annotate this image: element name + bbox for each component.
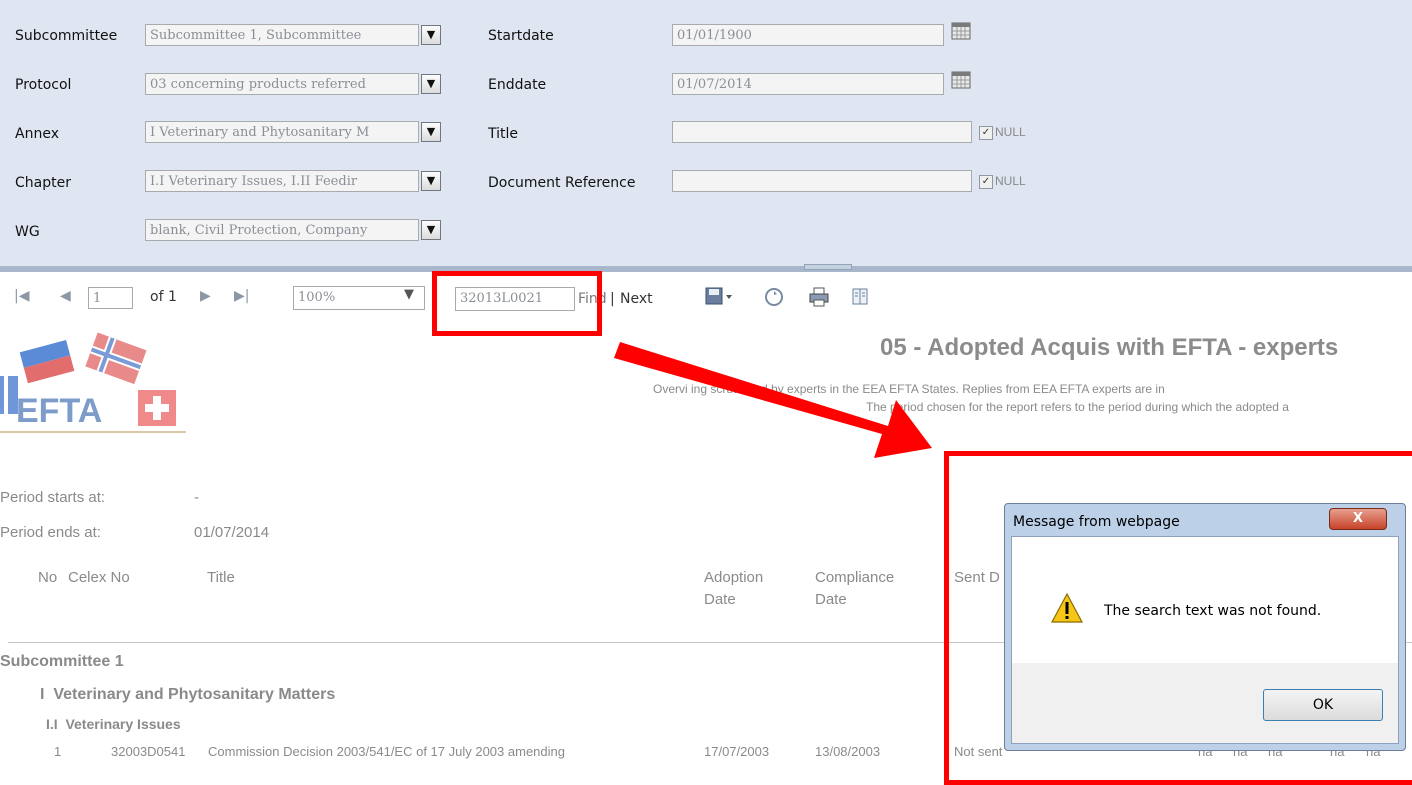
calendar-icon[interactable]: [951, 22, 971, 40]
docref-null-checkbox[interactable]: ✓: [979, 175, 993, 189]
wg-dropdown[interactable]: blank, Civil Protection, Company: [145, 219, 419, 241]
next-page-icon[interactable]: ▶: [200, 288, 211, 304]
next-link[interactable]: Next: [620, 291, 653, 307]
wg-dropdown-button[interactable]: ▼: [421, 220, 441, 240]
chevron-down-icon: ▼: [426, 174, 436, 187]
startdate-input[interactable]: 01/01/1900: [672, 24, 944, 46]
row-title: Commission Decision 2003/541/EC of 17 Ju…: [208, 744, 565, 759]
chevron-down-icon: ▼: [426, 223, 436, 236]
annex-label: Annex: [15, 126, 59, 142]
startdate-label: Startdate: [488, 28, 554, 44]
annotation-bottom-edge: [944, 780, 1412, 785]
refresh-icon[interactable]: [763, 286, 785, 308]
title-input[interactable]: [672, 121, 972, 143]
dialog-button-bar: OK: [1012, 663, 1398, 743]
logo-text: EFTA: [16, 392, 102, 430]
previous-page-icon[interactable]: ◀: [60, 288, 71, 304]
period-start-label: Period starts at:: [0, 489, 106, 506]
efta-logo: EFTA: [0, 328, 186, 436]
dialog-message: The search text was not found.: [1104, 603, 1322, 619]
annotation-arrow-icon: [614, 342, 932, 458]
dialog-body: The search text was not found. OK: [1011, 536, 1399, 744]
period-end-value: 01/07/2014: [194, 524, 270, 541]
docref-null-label: NULL: [995, 174, 1026, 188]
row-no: 1: [54, 744, 62, 759]
message-dialog: Message from webpage X The search text w…: [1004, 503, 1406, 751]
chevron-down-icon: ▼: [426, 125, 436, 138]
docref-input[interactable]: [672, 170, 972, 192]
dialog-close-button[interactable]: X: [1329, 508, 1387, 530]
col-celex: Celex No: [68, 569, 130, 586]
protocol-label: Protocol: [15, 77, 72, 93]
subcommittee-dropdown-button[interactable]: ▼: [421, 25, 441, 45]
col-title: Title: [207, 569, 235, 586]
calendar-icon[interactable]: [951, 71, 971, 89]
enddate-label: Enddate: [488, 77, 547, 93]
group-chapter: I.I Veterinary Issues: [46, 716, 181, 732]
layout-icon[interactable]: [851, 287, 871, 307]
annex-dropdown[interactable]: I Veterinary and Phytosanitary M: [145, 121, 419, 143]
enddate-input[interactable]: 01/07/2014: [672, 73, 944, 95]
col-adoption-1: Adoption: [704, 569, 764, 586]
col-compliance-2: Date: [815, 591, 847, 608]
chevron-down-icon: ▼: [426, 77, 436, 90]
row-celex[interactable]: 32003D0541: [111, 744, 185, 759]
col-no: No: [38, 569, 58, 586]
export-icon[interactable]: [704, 286, 734, 308]
annotation-highlight-search: [432, 271, 602, 336]
annex-dropdown-button[interactable]: ▼: [421, 122, 441, 142]
group-subcommittee: Subcommittee 1: [0, 653, 124, 670]
period-end-label: Period ends at:: [0, 524, 101, 541]
title-null-checkbox[interactable]: ✓: [979, 126, 993, 140]
warning-icon: [1050, 592, 1084, 623]
report-toolbar: |◀ ◀ 1 of 1 ▶ ▶| 100% ▼ 32013L0021 Find …: [0, 272, 1412, 324]
title-label: Title: [488, 126, 519, 142]
chapter-dropdown-button[interactable]: ▼: [421, 171, 441, 191]
dialog-ok-button[interactable]: OK: [1263, 689, 1383, 721]
col-adoption-2: Date: [704, 591, 736, 608]
print-icon[interactable]: [808, 286, 830, 308]
dialog-title: Message from webpage: [1013, 514, 1180, 530]
find-separator: |: [610, 291, 615, 307]
title-null-label: NULL: [995, 125, 1026, 139]
last-page-icon[interactable]: ▶|: [234, 288, 249, 304]
first-page-icon[interactable]: |◀: [14, 288, 29, 304]
chapter-dropdown[interactable]: I.I Veterinary Issues, I.II Feedir: [145, 170, 419, 192]
period-start-value: -: [194, 489, 199, 506]
page-number-input[interactable]: 1: [88, 287, 133, 309]
docref-label: Document Reference: [488, 175, 636, 191]
report-title: 05 - Adopted Acquis with EFTA - experts: [880, 334, 1339, 361]
parameter-panel: Subcommittee Subcommittee 1, Subcommitte…: [0, 0, 1412, 266]
chevron-down-icon: ▼: [404, 287, 414, 302]
chapter-label: Chapter: [15, 175, 71, 191]
group-annex: I Veterinary and Phytosanitary Matters: [40, 686, 336, 703]
subcommittee-label: Subcommittee: [15, 28, 118, 44]
protocol-dropdown[interactable]: 03 concerning products referred: [145, 73, 419, 95]
protocol-dropdown-button[interactable]: ▼: [421, 74, 441, 94]
chevron-down-icon: ▼: [426, 28, 436, 41]
page-count: of 1: [150, 289, 177, 305]
row-adoption: 17/07/2003: [704, 744, 770, 759]
col-compliance-1: Compliance: [815, 569, 895, 586]
row-compliance: 13/08/2003: [815, 744, 881, 759]
collapse-handle[interactable]: [804, 264, 852, 270]
wg-label: WG: [15, 224, 40, 240]
subcommittee-dropdown[interactable]: Subcommittee 1, Subcommittee: [145, 24, 419, 46]
